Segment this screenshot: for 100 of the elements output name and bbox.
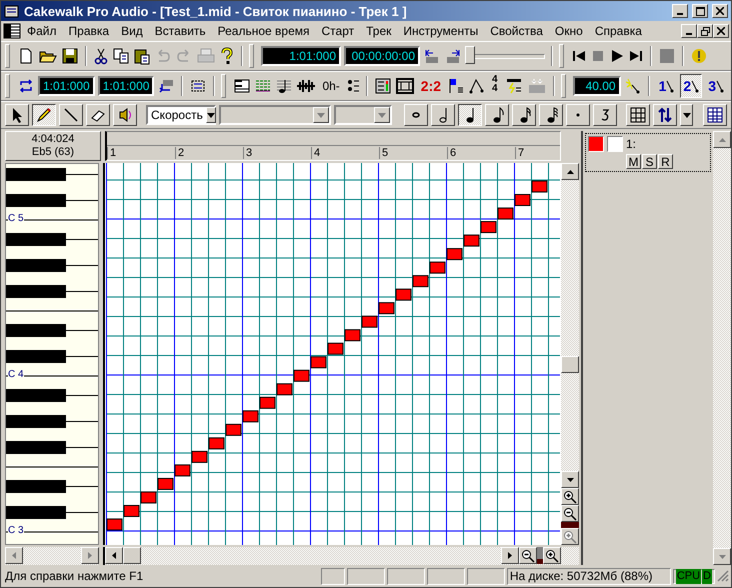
minimize-button[interactable]: [681, 24, 697, 38]
controller-value-dropdown[interactable]: [219, 105, 332, 125]
big-time-meter-icon[interactable]: [374, 77, 392, 95]
tempo-sparkle-icon[interactable]: [624, 77, 642, 95]
options-dropdown-button[interactable]: [680, 104, 692, 126]
note[interactable]: [396, 288, 412, 301]
erase-tool-button[interactable]: [86, 104, 110, 126]
zoom-out-button[interactable]: [561, 505, 579, 522]
note[interactable]: [498, 208, 514, 220]
film-strip-icon[interactable]: [394, 77, 415, 95]
zoom-level-bar[interactable]: [537, 547, 543, 564]
menu-item[interactable]: Старт: [316, 24, 360, 38]
note[interactable]: [464, 234, 480, 247]
paste-icon[interactable]: [133, 47, 151, 65]
play-icon[interactable]: [609, 48, 625, 64]
note[interactable]: [344, 329, 360, 342]
note[interactable]: [362, 316, 378, 328]
scrub-tool-button[interactable]: [113, 104, 137, 126]
tempo-ratio-button[interactable]: 3: [705, 74, 727, 98]
note[interactable]: [208, 437, 224, 450]
note[interactable]: [446, 248, 462, 260]
eighth-duration-button[interactable]: [485, 104, 510, 126]
staff-view-icon[interactable]: [275, 77, 294, 95]
quarter-duration-button[interactable]: [458, 104, 482, 126]
menu-item[interactable]: Файл: [21, 24, 63, 38]
tempo-ratio-button[interactable]: 1: [656, 74, 678, 98]
note[interactable]: [174, 464, 190, 476]
go-to-end-icon[interactable]: [628, 48, 644, 64]
note[interactable]: [158, 478, 174, 490]
forward-to-marker-icon[interactable]: [444, 47, 462, 65]
controller-dropdown[interactable]: Скорость: [146, 105, 216, 125]
scissors-icon[interactable]: [93, 47, 109, 65]
loop-end-field[interactable]: 1:01:000: [98, 76, 154, 96]
track-toggle-button[interactable]: M: [626, 154, 641, 169]
tempo-icon[interactable]: [468, 77, 486, 95]
go-to-start-icon[interactable]: [571, 48, 587, 64]
menu-item[interactable]: Свойства: [484, 24, 549, 38]
position-slider[interactable]: [465, 45, 545, 67]
dot-duration-button[interactable]: [566, 104, 590, 126]
menu-item[interactable]: Трек: [360, 24, 398, 38]
marker-flag-icon[interactable]: [447, 77, 466, 95]
note[interactable]: [378, 302, 394, 314]
note[interactable]: [260, 396, 276, 409]
zoom-in-button[interactable]: [561, 488, 579, 505]
whole-duration-button[interactable]: [404, 104, 428, 126]
scroll-down-button[interactable]: [561, 471, 579, 488]
track-toggle-button[interactable]: S: [642, 154, 657, 169]
half-duration-button[interactable]: [431, 104, 456, 126]
scroll-left-button[interactable]: [5, 547, 23, 564]
time-ruler[interactable]: 1 2 3 4 5 6 7: [105, 131, 561, 161]
tempo-ratio-button[interactable]: 2: [680, 74, 702, 98]
note[interactable]: [242, 410, 258, 422]
track-toggle-button[interactable]: R: [658, 154, 673, 169]
scroll-thumb[interactable]: [123, 547, 141, 564]
channel-dropdown[interactable]: [334, 105, 392, 125]
panic-icon[interactable]: [690, 47, 708, 65]
draw-tool-button[interactable]: [32, 104, 56, 126]
audio-view-icon[interactable]: [296, 77, 316, 95]
scroll-direction-button[interactable]: [653, 104, 678, 126]
note[interactable]: [430, 262, 446, 274]
loop-icon[interactable]: [17, 77, 35, 95]
save-icon[interactable]: [61, 47, 79, 65]
scroll-up-button[interactable]: [713, 131, 731, 148]
track-strip[interactable]: 1: M S R: [585, 133, 711, 172]
menu-item[interactable]: Вставить: [148, 24, 212, 38]
piano-roll-view-icon[interactable]: [233, 77, 252, 95]
help-icon[interactable]: [219, 47, 235, 65]
scroll-thumb[interactable]: [561, 356, 579, 373]
close-button[interactable]: [713, 24, 729, 38]
note-grid[interactable]: [105, 163, 561, 545]
minimize-button[interactable]: [672, 4, 688, 18]
track-pane-button[interactable]: [703, 104, 728, 126]
scroll-right-button[interactable]: [81, 547, 99, 564]
triplet-duration-button[interactable]: [593, 104, 618, 126]
menu-item[interactable]: Справка: [588, 24, 648, 38]
restore-button[interactable]: [697, 24, 713, 38]
now-time-display[interactable]: 1:01:000: [261, 46, 341, 66]
note[interactable]: [124, 504, 140, 517]
note[interactable]: [140, 491, 156, 504]
close-button[interactable]: [712, 4, 728, 18]
snap-grid-button[interactable]: [626, 104, 650, 126]
menu-item[interactable]: Окно: [548, 24, 589, 38]
sixteenth-duration-button[interactable]: [512, 104, 536, 126]
resize-grip-icon[interactable]: [717, 570, 729, 582]
tempo-field[interactable]: 40.00: [572, 76, 621, 96]
scroll-down-button[interactable]: [713, 548, 731, 565]
line-tool-button[interactable]: [59, 104, 83, 126]
select-tool-button[interactable]: [5, 104, 29, 126]
time-signature-button[interactable]: 4 4: [489, 74, 501, 98]
zoom-in-button[interactable]: [543, 547, 561, 564]
note[interactable]: [192, 450, 208, 463]
scroll-right-button[interactable]: [501, 547, 519, 564]
document-menu-icon[interactable]: [3, 23, 21, 39]
menu-item[interactable]: Правка: [62, 24, 116, 38]
note[interactable]: [294, 370, 310, 382]
thirty-second-duration-button[interactable]: [539, 104, 564, 126]
note[interactable]: [276, 383, 292, 396]
zoom-in-button[interactable]: [561, 528, 579, 545]
zoom-out-button[interactable]: [519, 547, 537, 564]
meter-key-button[interactable]: 2:2: [418, 74, 444, 98]
